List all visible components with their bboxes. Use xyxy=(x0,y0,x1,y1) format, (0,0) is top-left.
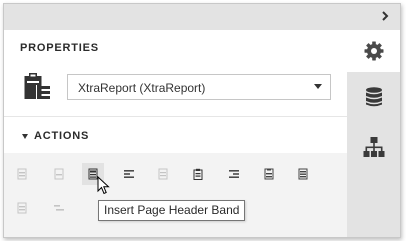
band-icon xyxy=(264,168,274,180)
actions-toolbar xyxy=(4,153,347,237)
band-icon xyxy=(54,168,64,180)
database-icon xyxy=(365,87,382,107)
mouse-cursor-icon xyxy=(97,176,110,195)
chevron-right-icon xyxy=(382,11,389,21)
side-tab-strip xyxy=(347,30,400,237)
collapse-panel-button[interactable] xyxy=(378,9,392,23)
align-left-icon xyxy=(124,170,134,178)
action-button-1[interactable] xyxy=(11,163,33,185)
hierarchy-icon xyxy=(363,137,384,157)
action-button-10[interactable] xyxy=(11,197,33,219)
section-divider xyxy=(4,116,347,117)
collapse-actions-icon[interactable] xyxy=(22,134,28,139)
align-icon xyxy=(54,205,64,211)
dropdown-arrow-icon xyxy=(314,84,322,89)
tab-report-explorer[interactable] xyxy=(347,126,400,168)
actions-heading: ACTIONS xyxy=(34,130,90,142)
properties-heading: PROPERTIES xyxy=(20,42,99,54)
action-button-2[interactable] xyxy=(48,163,70,185)
band-icon xyxy=(17,168,27,180)
action-button-4[interactable] xyxy=(118,163,140,185)
tab-field-list[interactable] xyxy=(347,76,400,118)
band-icon xyxy=(158,168,168,180)
action-button-7[interactable] xyxy=(223,163,245,185)
action-button-6[interactable] xyxy=(187,163,209,185)
action-button-11[interactable] xyxy=(48,197,70,219)
clipboard-icon xyxy=(193,168,203,180)
report-selector-dropdown[interactable]: XtraReport (XtraReport) xyxy=(67,74,331,100)
band-icon xyxy=(17,202,27,214)
gear-icon xyxy=(364,41,383,61)
align-lines-icon xyxy=(229,170,239,178)
report-component-icon xyxy=(24,72,52,107)
panel-top-bar xyxy=(4,4,400,30)
action-button-5[interactable] xyxy=(152,163,174,185)
action-button-8[interactable] xyxy=(258,163,280,185)
band-icon xyxy=(298,168,308,180)
tooltip: Insert Page Header Band xyxy=(98,200,246,221)
action-button-9[interactable] xyxy=(292,163,314,185)
properties-panel: PROPERTIES XtraReport (XtraReport) ACTIO… xyxy=(3,3,401,238)
report-selector-value: XtraReport (XtraReport) xyxy=(78,81,206,95)
tab-properties[interactable] xyxy=(347,30,400,72)
